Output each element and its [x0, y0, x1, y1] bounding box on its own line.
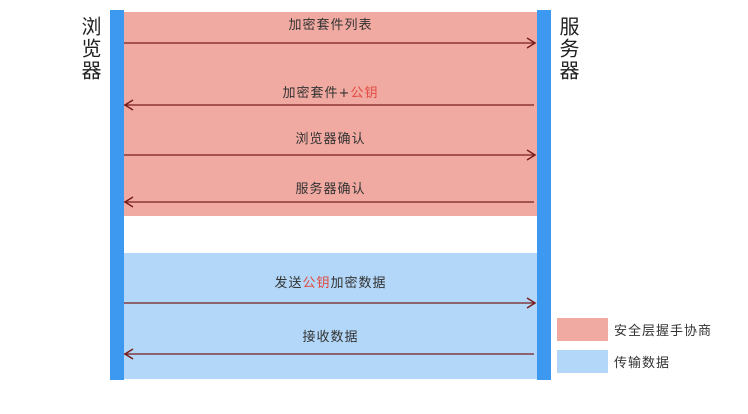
message-arrow-to-server — [124, 37, 537, 49]
message-arrow-to-server — [124, 297, 537, 309]
message-arrow-to-browser — [123, 196, 534, 208]
legend-swatch-data — [557, 350, 608, 373]
message-arrow-to-server — [124, 149, 537, 161]
legend-swatch-handshake — [557, 318, 608, 341]
legend-label-handshake: 安全层握手协商 — [614, 324, 713, 339]
message-arrow-to-browser — [123, 348, 534, 360]
legend-label-data: 传输数据 — [614, 356, 671, 371]
message-arrow-to-browser — [123, 99, 534, 111]
